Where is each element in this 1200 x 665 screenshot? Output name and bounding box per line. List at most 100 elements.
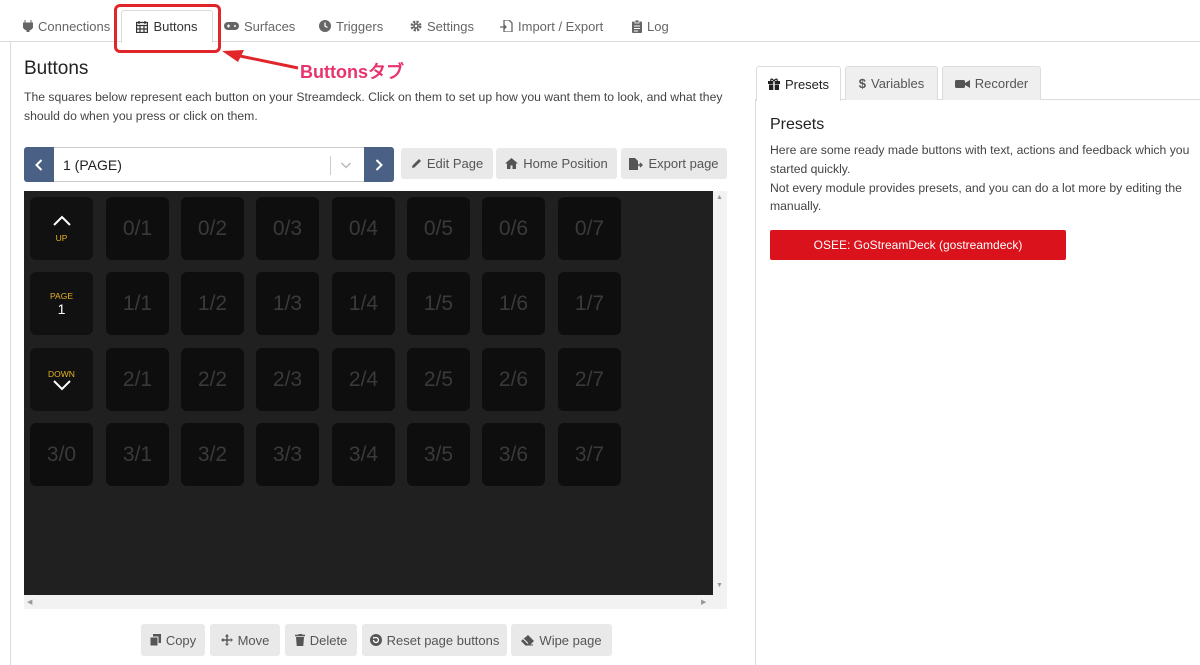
page-up-label: UP xyxy=(55,232,68,243)
tab-surfaces[interactable]: Surfaces xyxy=(214,10,305,42)
page-select-dropdown[interactable]: 1 (PAGE) xyxy=(54,147,364,182)
chevron-down-icon xyxy=(52,379,71,390)
grid-button[interactable]: 1/7 xyxy=(558,272,621,335)
chevron-left-icon xyxy=(35,158,43,171)
button-grid: UP 0/1 0/2 0/3 0/4 0/5 0/6 0/7 PAGE 1 1/1 1/2 1/3 1/4… xyxy=(24,191,713,595)
scroll-up-icon[interactable]: ▲ xyxy=(716,194,723,201)
import-export-icon xyxy=(500,20,513,32)
grid-button[interactable]: 0/6 xyxy=(482,197,545,260)
horizontal-scrollbar[interactable]: ◀ ▶ xyxy=(24,595,727,609)
grid-button[interactable]: 0/2 xyxy=(181,197,244,260)
grid-button[interactable]: 2/5 xyxy=(407,348,470,411)
left-panel-border xyxy=(10,42,11,665)
grid-button[interactable]: 2/6 xyxy=(482,348,545,411)
grid-button[interactable]: 3/3 xyxy=(256,423,319,486)
home-position-button[interactable]: Home Position xyxy=(496,148,617,179)
grid-button[interactable]: 3/4 xyxy=(332,423,395,486)
wipe-page-button[interactable]: Wipe page xyxy=(511,624,612,656)
grid-button[interactable]: 1/2 xyxy=(181,272,244,335)
tab-recorder[interactable]: Recorder xyxy=(942,66,1041,100)
grid-button[interactable]: 0/5 xyxy=(407,197,470,260)
grid-button[interactable]: 0/7 xyxy=(558,197,621,260)
page-description: The squares below represent each button … xyxy=(24,90,723,123)
gear-icon xyxy=(410,20,422,32)
grid-button[interactable]: 1/5 xyxy=(407,272,470,335)
grid-button[interactable]: 3/1 xyxy=(106,423,169,486)
presets-description: Here are some ready made buttons with te… xyxy=(770,141,1200,216)
tab-variables[interactable]: $ Variables xyxy=(845,66,938,100)
page-title: Buttons xyxy=(24,58,89,79)
tab-connections-label: Connections xyxy=(38,18,111,34)
grid-button[interactable]: 0/4 xyxy=(332,197,395,260)
scroll-down-icon[interactable]: ▼ xyxy=(716,582,723,589)
page-select-value: 1 (PAGE) xyxy=(63,157,122,173)
scroll-right-icon[interactable]: ▶ xyxy=(701,598,706,606)
tab-settings-label: Settings xyxy=(427,18,474,34)
reset-icon xyxy=(369,634,382,646)
chevron-right-icon xyxy=(375,158,383,171)
grid-button[interactable]: 3/5 xyxy=(407,423,470,486)
tab-presets[interactable]: Presets xyxy=(756,66,841,101)
grid-button[interactable]: 2/2 xyxy=(181,348,244,411)
previous-page-button[interactable] xyxy=(24,147,54,182)
copy-label: Copy xyxy=(165,632,197,648)
annotation-label: Buttonsタブ xyxy=(300,62,404,82)
reset-page-buttons-button[interactable]: Reset page buttons xyxy=(362,624,507,656)
clipboard-icon xyxy=(632,19,642,33)
preset-module-button[interactable]: OSEE: GoStreamDeck (gostreamdeck) xyxy=(770,230,1066,260)
eraser-icon xyxy=(521,634,535,645)
tab-connections[interactable]: Connections xyxy=(13,10,120,42)
edit-page-button[interactable]: Edit Page xyxy=(401,148,493,179)
wipe-page-label: Wipe page xyxy=(539,632,602,648)
tab-settings[interactable]: Settings xyxy=(400,10,484,42)
vertical-scrollbar[interactable]: ▲ ▼ xyxy=(713,191,727,595)
chevron-up-icon xyxy=(52,215,71,226)
chevron-down-icon[interactable] xyxy=(340,159,352,171)
grid-button[interactable]: 2/4 xyxy=(332,348,395,411)
copy-button[interactable]: Copy xyxy=(141,624,205,656)
grid-button[interactable]: 1/1 xyxy=(106,272,169,335)
presets-desc-line-1: Here are some ready made buttons with te… xyxy=(770,143,1190,157)
scroll-left-icon[interactable]: ◀ xyxy=(27,598,32,606)
dollar-icon: $ xyxy=(858,76,866,91)
grid-button[interactable]: 1/6 xyxy=(482,272,545,335)
grid-button[interactable]: 2/3 xyxy=(256,348,319,411)
grid-button[interactable]: 0/1 xyxy=(106,197,169,260)
grid-button[interactable]: 3/6 xyxy=(482,423,545,486)
grid-button[interactable]: 1/3 xyxy=(256,272,319,335)
delete-button[interactable]: Delete xyxy=(285,624,357,656)
presets-title: Presets xyxy=(770,116,825,133)
grid-button[interactable]: 3/2 xyxy=(181,423,244,486)
file-export-icon xyxy=(629,157,644,170)
grid-button[interactable]: 0/3 xyxy=(256,197,319,260)
grid-button[interactable]: 3/0 xyxy=(30,423,93,486)
page-indicator-button[interactable]: PAGE 1 xyxy=(30,272,93,335)
page-indicator-label: PAGE xyxy=(50,290,73,301)
tab-log[interactable]: Log xyxy=(622,10,679,42)
home-position-label: Home Position xyxy=(523,156,608,171)
grid-button[interactable]: 1/4 xyxy=(332,272,395,335)
page-up-button[interactable]: UP xyxy=(30,197,93,260)
grid-button[interactable]: 2/7 xyxy=(558,348,621,411)
grid-button[interactable]: 3/7 xyxy=(558,423,621,486)
tab-log-label: Log xyxy=(647,18,669,34)
edit-page-label: Edit Page xyxy=(426,156,484,171)
gamepad-icon xyxy=(224,22,239,30)
tab-import-export[interactable]: Import / Export xyxy=(490,10,613,42)
export-page-button[interactable]: Export page xyxy=(621,148,727,179)
tab-triggers[interactable]: Triggers xyxy=(309,10,393,42)
next-page-button[interactable] xyxy=(364,147,394,182)
page-down-button[interactable]: DOWN xyxy=(30,348,93,411)
tab-presets-label: Presets xyxy=(784,76,830,92)
move-button[interactable]: Move xyxy=(210,624,280,656)
presets-desc-line-4: manually. xyxy=(770,199,822,214)
page-select-divider xyxy=(330,156,331,175)
tab-triggers-label: Triggers xyxy=(336,18,384,34)
presets-desc-line-2: started quickly. xyxy=(770,161,851,176)
annotation-arrow-icon xyxy=(222,50,299,70)
move-label: Move xyxy=(237,632,270,648)
page-down-label: DOWN xyxy=(48,368,75,379)
grid-button[interactable]: 2/1 xyxy=(106,348,169,411)
plug-icon xyxy=(23,20,33,32)
gift-icon xyxy=(767,78,780,90)
